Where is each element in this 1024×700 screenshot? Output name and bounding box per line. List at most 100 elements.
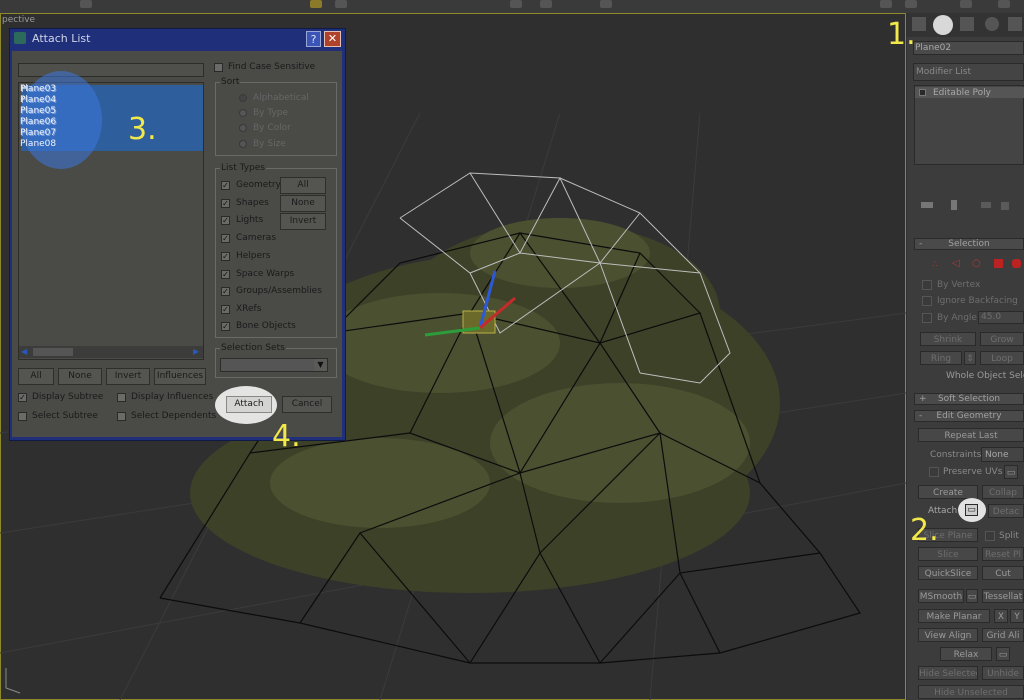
hide-selected-button[interactable]: Hide Selected [918,666,978,680]
msmooth-settings-button[interactable]: ▭ [966,589,978,603]
msmooth-button[interactable]: MSmooth [918,589,964,603]
attach-list-button[interactable]: ▭ [965,504,978,516]
display-tab-icon[interactable] [1008,17,1022,31]
shrink-button[interactable]: Shrink [920,332,976,346]
modify-tab-icon[interactable] [933,15,953,35]
toolbar-button[interactable] [600,0,612,8]
toolbar-button[interactable] [335,0,347,8]
groups-assemblies-checkbox[interactable]: ✓ [221,287,230,296]
detach-button[interactable]: Detac [988,504,1024,518]
reset-plane-button[interactable]: Reset Pl [982,547,1024,561]
display-influences-checkbox[interactable] [117,393,126,402]
cameras-checkbox[interactable]: ✓ [221,234,230,243]
soft-selection-rollout-header[interactable]: + Soft Selection [914,393,1024,405]
slice-button[interactable]: Slice [918,547,978,561]
remove-modifier-icon[interactable] [1001,202,1009,210]
toolbar-button[interactable] [540,0,552,8]
motion-tab-icon[interactable] [985,17,999,31]
selection-sets-label: Selection Sets [220,343,286,353]
select-subtree-checkbox[interactable] [18,412,27,421]
planar-x-button[interactable]: X [994,609,1008,623]
grid-align-button[interactable]: Grid Ali [982,628,1024,642]
scroll-left-icon[interactable]: ◀ [21,347,27,356]
vertex-icon[interactable]: ∴ [932,260,938,270]
ring-button[interactable]: Ring [920,351,962,365]
select-dependents-checkbox[interactable] [117,412,126,421]
toolbar-button[interactable] [960,0,972,8]
preserve-uvs-settings-button[interactable]: ▭ [1004,465,1018,479]
view-align-button[interactable]: View Align [918,628,978,642]
toolbar-button[interactable] [905,0,917,8]
list-item-text: Plane05 [20,106,57,116]
preserve-uvs-checkbox[interactable] [929,467,939,477]
find-case-sensitive-checkbox[interactable] [214,63,223,72]
display-subtree-checkbox[interactable]: ✓ [18,393,27,402]
shapes-checkbox[interactable]: ✓ [221,199,230,208]
scroll-right-icon[interactable]: ▶ [193,347,199,356]
select-invert-button[interactable]: Invert [106,368,150,385]
make-planar-button[interactable]: Make Planar [918,609,990,623]
xrefs-checkbox[interactable]: ✓ [221,305,230,314]
tessellate-button[interactable]: Tessellat [982,589,1024,603]
helpers-checkbox[interactable]: ✓ [221,252,230,261]
split-checkbox[interactable] [985,531,995,541]
border-icon[interactable]: ○ [972,258,981,269]
polygon-icon[interactable] [994,259,1003,268]
create-button[interactable]: Create [918,485,978,499]
planar-y-button[interactable]: Y [1010,609,1024,623]
grow-button[interactable]: Grow [980,332,1024,346]
hide-unselected-button[interactable]: Hide Unselected [918,685,1024,699]
collapse-button[interactable]: Collap [982,485,1024,499]
selection-rollout-header[interactable]: - Selection [914,238,1024,250]
make-unique-icon[interactable] [981,202,991,208]
types-invert-button[interactable]: Invert [280,213,326,230]
unhide-all-button[interactable]: Unhide [982,666,1024,680]
loop-button[interactable]: Loop [980,351,1024,365]
horizontal-scrollbar[interactable]: ◀ ▶ [19,346,203,358]
ignore-backfacing-checkbox[interactable] [922,296,932,306]
toolbar-button[interactable] [310,0,322,8]
cut-button[interactable]: Cut [982,566,1024,580]
bone-objects-checkbox[interactable]: ✓ [221,322,230,331]
by-angle-checkbox[interactable] [922,313,932,323]
soft-selection-title: Soft Selection [937,394,1001,404]
toolbar-button[interactable] [80,0,92,8]
lights-checkbox[interactable]: ✓ [221,216,230,225]
show-end-result-icon[interactable] [951,200,957,210]
sort-by-type-radio[interactable] [239,109,247,117]
toolbar-button[interactable] [998,0,1010,8]
attach-confirm-button[interactable]: Attach [226,396,272,413]
relax-button[interactable]: Relax [940,647,992,661]
element-icon[interactable] [1012,259,1021,268]
types-all-button[interactable]: All [280,177,326,194]
by-vertex-checkbox[interactable] [922,280,932,290]
select-all-button[interactable]: All [18,368,54,385]
cancel-button[interactable]: Cancel [282,396,332,413]
repeat-last-button[interactable]: Repeat Last [918,428,1024,442]
sort-by-size-radio[interactable] [239,140,247,148]
chevron-down-icon[interactable]: ▼ [314,359,327,371]
close-button[interactable]: ✕ [324,31,341,47]
space-warps-checkbox[interactable]: ✓ [221,270,230,279]
selection-sets-dropdown[interactable] [220,358,328,372]
help-button[interactable]: ? [306,31,321,47]
by-vertex-label: By Vertex [937,280,981,290]
toolbar-button[interactable] [510,0,522,8]
geometry-checkbox[interactable]: ✓ [221,181,230,190]
ring-spinner[interactable]: ⇕ [964,351,976,365]
pin-stack-icon[interactable] [921,202,933,208]
types-none-button[interactable]: None [280,195,326,212]
edit-geometry-rollout-header[interactable]: - Edit Geometry [914,410,1024,422]
subobject-icons: ∴ ◁ ○ [930,258,1024,270]
influences-button[interactable]: Influences [154,368,206,385]
relax-settings-button[interactable]: ▭ [996,647,1010,661]
toolbar-button[interactable] [880,0,892,8]
scroll-thumb[interactable] [33,348,73,356]
edge-icon[interactable]: ◁ [952,258,960,269]
quickslice-button[interactable]: QuickSlice [918,566,978,580]
sort-alphabetical-radio[interactable] [239,94,247,102]
hierarchy-tab-icon[interactable] [960,17,974,31]
sort-by-color-radio[interactable] [239,124,247,132]
expand-icon[interactable] [919,89,926,96]
select-none-button[interactable]: None [58,368,102,385]
